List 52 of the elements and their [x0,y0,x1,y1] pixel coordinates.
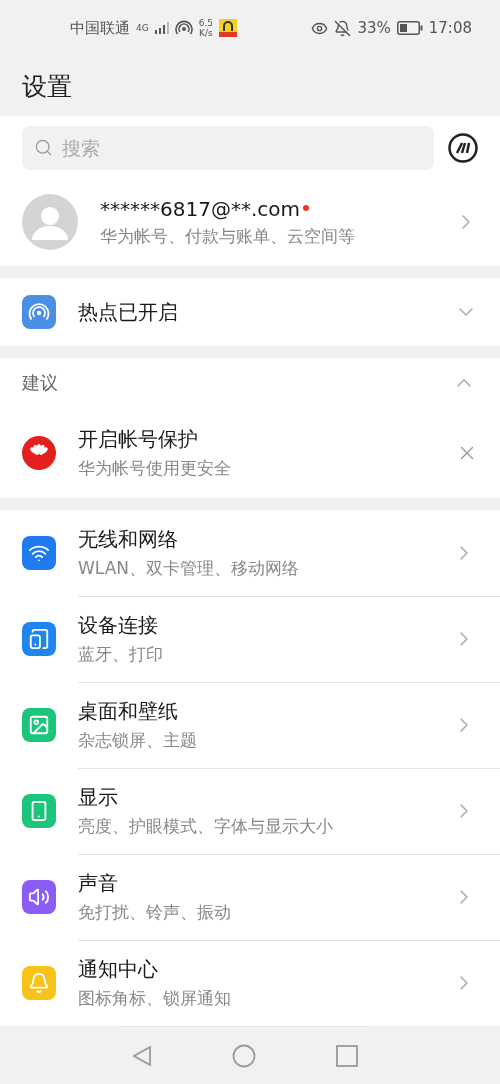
item-subtitle: 杂志锁屏、主题 [78,728,198,752]
item-subtitle: 蓝牙、打印 [78,642,164,666]
flower-logo-icon [22,436,56,470]
account-subtitle: 华为帐号、付款与账单、云空间等 [100,224,356,248]
account-row[interactable]: ******6817@**.com 华为帐号、付款与账单、云空间等 [0,178,500,266]
bell-icon [28,972,50,994]
speed-unit: K/s [199,28,213,38]
item-title: 通知中心 [78,956,159,983]
item-subtitle: 免打扰、铃声、振动 [78,900,232,924]
item-subtitle: 亮度、护眼模式、字体与显示大小 [78,814,334,838]
item-subtitle: WLAN、双卡管理、移动网络 [78,556,301,580]
item-title: 桌面和壁纸 [78,697,179,725]
battery-percent: 33% [357,19,391,37]
signal-icon [154,22,169,34]
item-title: 声音 [78,869,119,897]
item-title: 无线和网络 [78,525,179,553]
item-subtitle: 图标角标、锁屏通知 [78,987,232,1010]
suggestion-subtitle: 华为帐号使用更安全 [78,457,232,480]
item-title: 显示 [78,783,119,811]
account-name: ******6817@**.com [100,196,300,221]
section-header: 建议 [22,371,58,395]
search-field[interactable]: 搜索 [22,126,434,170]
search-icon [34,138,53,157]
settings-item[interactable]: 声音 免打扰、铃声、振动 [0,854,500,940]
app-notification-icon [219,19,238,37]
image-icon [28,714,50,736]
settings-item[interactable]: 桌面和壁纸 杂志锁屏、主题 [0,682,500,768]
hotspot-row[interactable]: 热点已开启 [0,278,500,346]
assistant-icon[interactable] [448,133,478,163]
home-icon[interactable] [232,1043,256,1068]
hotspot-icon [174,19,193,37]
battery-icon [396,21,423,35]
settings-item[interactable]: 通知中心 图标角标、锁屏通知 [0,940,500,1026]
clock-time: 17:08 [428,19,472,37]
mute-icon [334,19,352,37]
avatar-icon [22,194,78,250]
back-icon[interactable] [132,1044,152,1067]
settings-item[interactable]: 显示 亮度、护眼模式、字体与显示大小 [0,768,500,854]
hotspot-tile-icon [22,295,56,329]
speed-value: 6.5 [198,18,214,28]
page-title: 设置 [21,70,73,103]
recents-icon[interactable] [336,1044,358,1067]
suggestion-title: 开启帐号保护 [78,426,199,453]
network-type: 4G [136,23,149,33]
speaker-icon [28,886,50,908]
suggestion-row[interactable]: 开启帐号保护 华为帐号使用更安全 [0,408,500,498]
settings-item[interactable]: 无线和网络 WLAN、双卡管理、移动网络 [0,510,500,596]
item-title: 设备连接 [78,611,159,639]
settings-item[interactable]: 设备连接 蓝牙、打印 [0,596,500,682]
devices-icon [28,628,50,650]
hotspot-label: 热点已开启 [78,298,179,326]
carrier-name: 中国联通 [70,18,130,38]
